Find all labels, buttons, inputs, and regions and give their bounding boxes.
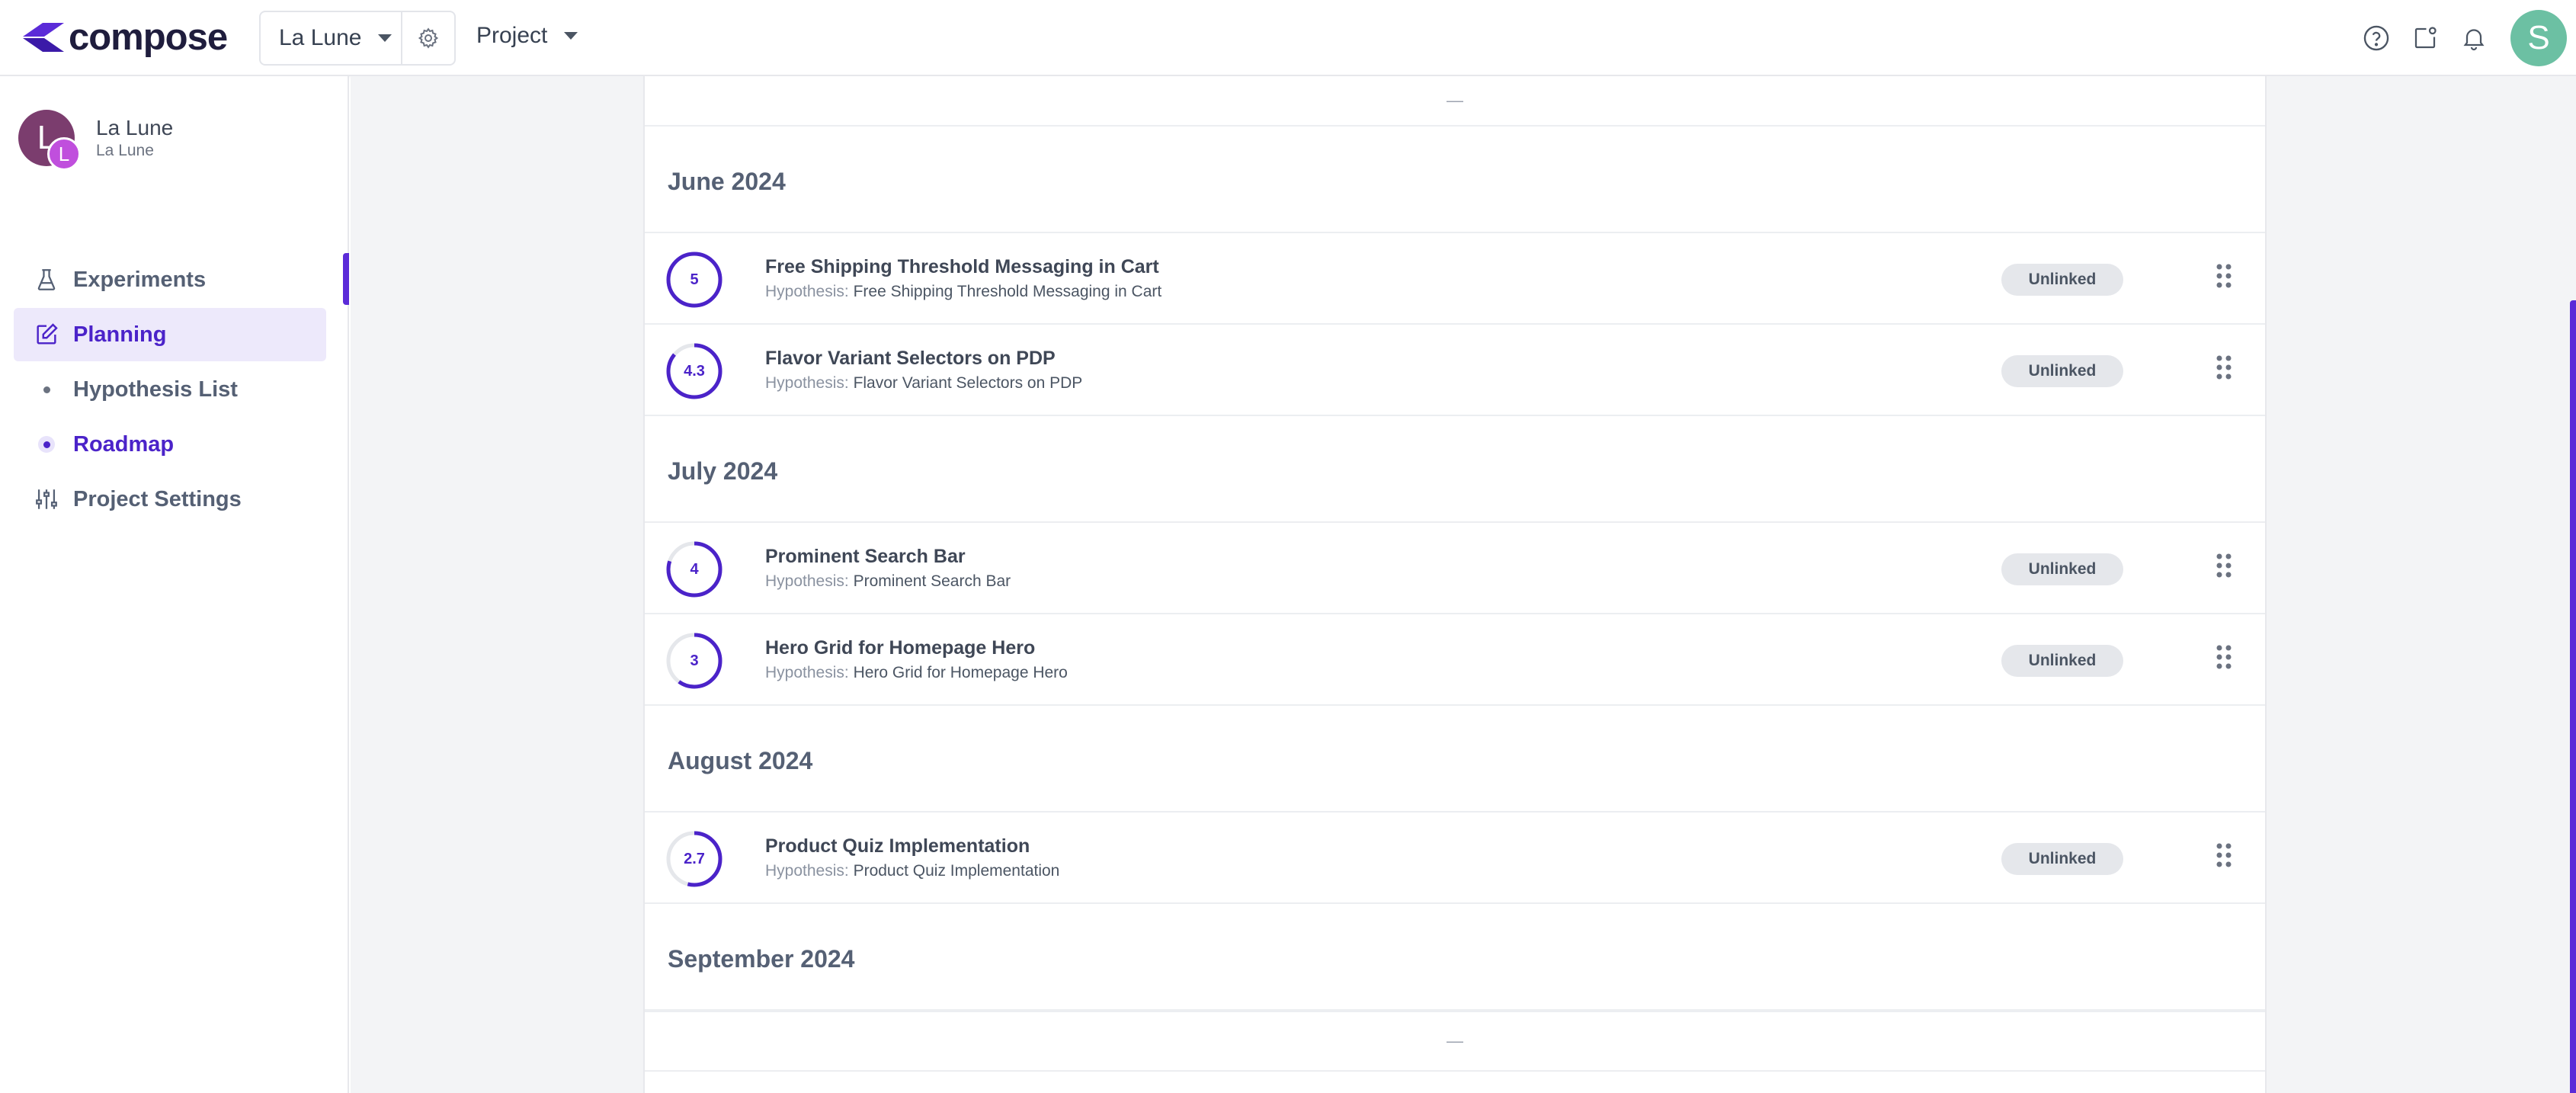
sidebar-item-label: Project Settings	[73, 486, 242, 511]
drag-handle-icon[interactable]	[2215, 261, 2233, 297]
chevron-down-icon	[564, 32, 578, 40]
score-value: 5	[690, 271, 699, 288]
roadmap-item[interactable]: 5 Free Shipping Threshold Messaging in C…	[645, 233, 2265, 325]
drag-handle-icon[interactable]	[2215, 550, 2233, 587]
sliders-icon	[36, 489, 57, 509]
empty-placeholder: —	[645, 76, 2265, 127]
item-title[interactable]: Prominent Search Bar	[765, 546, 1011, 568]
org-group: La Lune	[259, 11, 456, 66]
hypothesis-value: Hero Grid for Homepage Hero	[853, 664, 1068, 681]
drag-handle-icon[interactable]	[2215, 840, 2233, 877]
item-hypothesis: Hypothesis: Free Shipping Threshold Mess…	[765, 283, 1161, 301]
roadmap-item[interactable]: 4.3 Flavor Variant Selectors on PDP Hypo…	[645, 325, 2265, 416]
status-badge[interactable]: Unlinked	[2001, 553, 2123, 585]
bullet-active-icon	[38, 436, 55, 453]
sidebar-active-indicator	[343, 253, 349, 305]
month-header: September 2024	[645, 904, 2265, 1011]
roadmap-item[interactable]: 2.7 Product Quiz Implementation Hypothes…	[645, 813, 2265, 904]
status-badge[interactable]: Unlinked	[2001, 355, 2123, 387]
project-selector[interactable]: Project	[476, 23, 578, 49]
item-hypothesis: Hypothesis: Flavor Variant Selectors on …	[765, 374, 1082, 393]
score-value: 3	[690, 652, 699, 669]
roadmap-card: — June 2024 5 Free Shipping Threshold Me…	[643, 76, 2267, 1093]
item-title[interactable]: Flavor Variant Selectors on PDP	[765, 348, 1082, 370]
help-icon	[2363, 25, 2389, 51]
share-icon	[2414, 27, 2437, 49]
month-header: August 2024	[645, 706, 2265, 813]
sidebar-item-label: Hypothesis List	[73, 377, 238, 402]
roadmap-item[interactable]: 3 Hero Grid for Homepage Hero Hypothesis…	[645, 614, 2265, 706]
hypothesis-value: Free Shipping Threshold Messaging in Car…	[853, 283, 1162, 300]
sidebar: L L La Lune La Lune Experiments Planning…	[0, 76, 349, 1093]
status-badge[interactable]: Unlinked	[2001, 645, 2123, 677]
notifications-button[interactable]	[2457, 21, 2491, 55]
org-settings-button[interactable]	[402, 27, 454, 50]
user-avatar[interactable]: S	[2510, 10, 2567, 66]
sidebar-item-label: Planning	[73, 322, 167, 347]
main-content: — June 2024 5 Free Shipping Threshold Me…	[351, 76, 2576, 1093]
hypothesis-value: Product Quiz Implementation	[853, 862, 1060, 880]
month-header: June 2024	[645, 127, 2265, 233]
compose-logo-icon	[23, 23, 64, 52]
sidebar-item-planning[interactable]: Planning	[14, 308, 326, 361]
hypothesis-label: Hypothesis:	[765, 862, 849, 880]
item-hypothesis: Hypothesis: Hero Grid for Homepage Hero	[765, 664, 1068, 682]
score-value: 4	[690, 560, 699, 578]
project-selector-label: Project	[476, 23, 548, 48]
sidebar-item-label: Roadmap	[73, 431, 175, 457]
org-subtitle: La Lune	[96, 142, 154, 159]
hypothesis-label: Hypothesis:	[765, 664, 849, 681]
chevron-down-icon	[378, 34, 392, 42]
share-button[interactable]	[2408, 21, 2442, 55]
empty-placeholder: —	[645, 1011, 2265, 1072]
sidebar-item-roadmap[interactable]: Roadmap	[14, 418, 326, 471]
project-avatar-badge: L	[47, 137, 81, 171]
item-title[interactable]: Hero Grid for Homepage Hero	[765, 637, 1068, 659]
score-value: 2.7	[684, 850, 705, 867]
hypothesis-value: Flavor Variant Selectors on PDP	[853, 374, 1083, 392]
scrollbar[interactable]	[2570, 300, 2576, 1093]
status-badge[interactable]: Unlinked	[2001, 264, 2123, 296]
flask-icon	[37, 269, 56, 290]
sidebar-nav: Experiments Planning Hypothesis List Roa…	[14, 253, 326, 527]
org-selector[interactable]: La Lune	[261, 12, 402, 64]
gear-icon	[418, 27, 439, 49]
sidebar-item-experiments[interactable]: Experiments	[14, 253, 326, 306]
month-header: July 2024	[645, 416, 2265, 523]
compose-logo[interactable]: compose	[17, 17, 228, 58]
drag-handle-icon[interactable]	[2215, 642, 2233, 678]
status-badge[interactable]: Unlinked	[2001, 843, 2123, 875]
hypothesis-label: Hypothesis:	[765, 572, 849, 590]
org-avatar: L L	[18, 110, 81, 171]
org-name: La Lune	[96, 116, 174, 139]
hypothesis-label: Hypothesis:	[765, 283, 849, 300]
item-hypothesis: Hypothesis: Prominent Search Bar	[765, 572, 1011, 591]
item-hypothesis: Hypothesis: Product Quiz Implementation	[765, 862, 1059, 880]
logo-text: compose	[69, 17, 228, 58]
score-value: 4.3	[684, 362, 705, 380]
item-title[interactable]: Product Quiz Implementation	[765, 835, 1059, 857]
org-selector-label: La Lune	[279, 25, 362, 50]
bullet-icon	[43, 386, 50, 393]
top-right-actions: S	[2360, 0, 2576, 76]
bell-icon	[2463, 29, 2485, 51]
sidebar-item-label: Experiments	[73, 267, 207, 292]
hypothesis-value: Prominent Search Bar	[853, 572, 1011, 590]
help-button[interactable]	[2360, 21, 2393, 55]
hypothesis-label: Hypothesis:	[765, 374, 849, 392]
drag-handle-icon[interactable]	[2215, 352, 2233, 389]
roadmap-item[interactable]: 4 Prominent Search Bar Hypothesis: Promi…	[645, 523, 2265, 614]
sidebar-item-project-settings[interactable]: Project Settings	[14, 473, 326, 526]
project-identity[interactable]: L L La Lune La Lune	[18, 110, 174, 171]
item-title[interactable]: Free Shipping Threshold Messaging in Car…	[765, 256, 1161, 278]
edit-icon	[37, 323, 58, 345]
top-bar: compose La Lune Project S	[0, 0, 2576, 76]
sidebar-item-hypothesis-list[interactable]: Hypothesis List	[14, 363, 326, 416]
